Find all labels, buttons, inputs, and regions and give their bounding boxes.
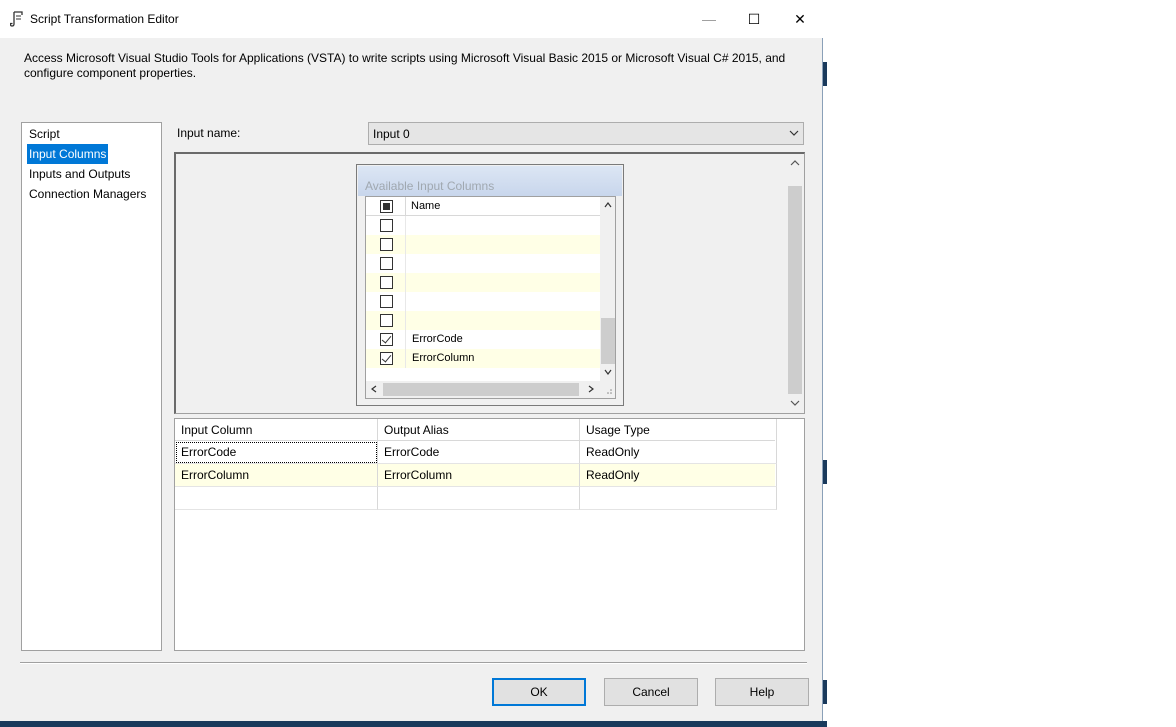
list-horizontal-scrollbar[interactable] [366, 381, 600, 398]
design-surface-vertical-scrollbar[interactable] [787, 154, 803, 412]
available-input-columns-panel: Available Input Columns Name ErrorCode E… [356, 164, 624, 406]
list-column-header: Name [366, 197, 600, 216]
scroll-down-arrow-icon[interactable] [790, 398, 800, 408]
list-item [366, 311, 600, 330]
script-transformation-editor-dialog: Script Transformation Editor — ☐ ✕ Acces… [0, 0, 823, 727]
scroll-up-arrow-icon[interactable] [604, 201, 612, 209]
cancel-button[interactable]: Cancel [604, 678, 698, 706]
list-vertical-scrollbar[interactable] [600, 197, 615, 381]
input-name-label: Input name: [177, 126, 241, 140]
output-alias-cell[interactable] [378, 487, 580, 510]
chevron-down-icon [789, 130, 799, 136]
column-checkbox[interactable] [380, 219, 393, 232]
desktop-taskbar-strip [0, 721, 827, 727]
input-column-cell[interactable]: ErrorColumn [175, 464, 378, 487]
list-item [366, 273, 600, 292]
usage-type-cell[interactable] [580, 487, 777, 510]
grid-header: Input Column Output Alias Usage Type [175, 419, 777, 441]
minimize-button[interactable]: — [694, 8, 724, 30]
input-column-header[interactable]: Input Column [175, 419, 378, 441]
input-column-cell[interactable]: ErrorCode [175, 441, 378, 464]
input-name-value: Input 0 [373, 127, 410, 141]
nav-item-input-columns[interactable]: Input Columns [27, 144, 109, 164]
scroll-thumb[interactable] [788, 186, 802, 394]
list-hscroll-thumb[interactable] [383, 383, 579, 396]
available-input-columns-title: Available Input Columns [365, 179, 495, 193]
list-item-errorcolumn: ErrorColumn [366, 349, 600, 368]
name-column-header: Name [411, 200, 441, 212]
usage-type-cell[interactable]: ReadOnly [580, 441, 777, 464]
column-checkbox[interactable] [380, 257, 393, 270]
nav-item-script[interactable]: Script [27, 124, 62, 144]
input-name-dropdown[interactable]: Input 0 [368, 122, 804, 145]
list-item [366, 235, 600, 254]
help-button[interactable]: Help [715, 678, 809, 706]
ok-button[interactable]: OK [492, 678, 586, 706]
column-checkbox[interactable] [380, 295, 393, 308]
table-row: ErrorColumn ErrorColumn ReadOnly [175, 464, 777, 487]
scroll-right-arrow-icon[interactable] [587, 385, 595, 393]
maximize-button[interactable]: ☐ [739, 8, 769, 30]
usage-type-cell[interactable]: ReadOnly [580, 464, 777, 487]
list-item [366, 292, 600, 311]
select-all-checkbox[interactable] [380, 200, 393, 213]
page-navigation-list: Script Input Columns Inputs and Outputs … [21, 122, 162, 651]
list-scroll-thumb[interactable] [601, 318, 615, 364]
column-checkbox[interactable] [380, 276, 393, 289]
list-item-errorcode: ErrorCode [366, 330, 600, 349]
column-checkbox[interactable] [380, 238, 393, 251]
scroll-up-arrow-icon[interactable] [790, 158, 800, 168]
nav-item-inputs-and-outputs[interactable]: Inputs and Outputs [27, 164, 132, 184]
errorcolumn-checkbox[interactable] [380, 352, 393, 365]
nav-item-connection-managers[interactable]: Connection Managers [27, 184, 148, 204]
table-row-empty [175, 487, 777, 510]
output-alias-cell[interactable]: ErrorCode [378, 441, 580, 464]
output-alias-header[interactable]: Output Alias [378, 419, 580, 441]
editor-description: Access Microsoft Visual Studio Tools for… [24, 51, 786, 80]
scroll-left-arrow-icon[interactable] [370, 385, 378, 393]
list-item [366, 254, 600, 273]
list-item [366, 216, 600, 235]
usage-type-header[interactable]: Usage Type [580, 419, 777, 441]
title-bar[interactable]: Script Transformation Editor — ☐ ✕ [0, 0, 823, 38]
script-component-icon [10, 11, 23, 27]
resize-grip-icon[interactable] [600, 381, 615, 398]
desktop-background-strip [823, 0, 827, 727]
column-mapping-grid: Input Column Output Alias Usage Type Err… [174, 418, 805, 651]
button-separator-highlight [20, 663, 807, 664]
scroll-down-arrow-icon[interactable] [604, 368, 612, 376]
window-title: Script Transformation Editor [30, 12, 179, 26]
errorcode-checkbox[interactable] [380, 333, 393, 346]
available-columns-list: Name ErrorCode ErrorColumn [365, 196, 616, 399]
close-button[interactable]: ✕ [785, 8, 815, 30]
available-input-columns-header[interactable]: Available Input Columns [358, 166, 622, 196]
output-alias-cell[interactable]: ErrorColumn [378, 464, 580, 487]
column-checkbox[interactable] [380, 314, 393, 327]
input-column-cell[interactable] [175, 487, 378, 510]
table-row: ErrorCode ErrorCode ReadOnly [175, 441, 777, 464]
